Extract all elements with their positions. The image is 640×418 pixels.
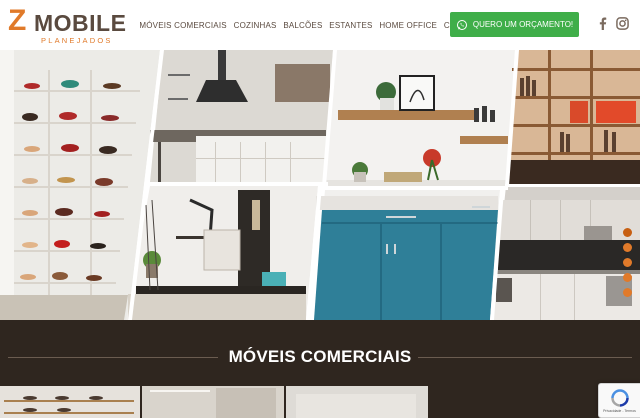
gray-kitchen-image	[492, 186, 640, 320]
home-office-image	[126, 186, 318, 320]
carousel-dots	[623, 228, 632, 297]
facebook-link[interactable]	[596, 16, 610, 30]
carousel-dot-3[interactable]	[623, 258, 632, 267]
section-gallery-images	[0, 386, 428, 418]
kitchen-image	[150, 50, 333, 182]
section-divider-right	[418, 357, 632, 358]
nav-estantes[interactable]: ESTANTES	[326, 21, 376, 30]
shelves-image	[325, 50, 515, 186]
quote-button-label: QUERO UM ORÇAMENTO!	[472, 20, 574, 29]
hero-collage[interactable]	[0, 50, 640, 320]
instagram-link[interactable]	[615, 16, 629, 30]
site-header: Z MOBILE PLANEJADOS MÓVEIS COMERCIAIS CO…	[0, 0, 640, 50]
hero-images	[0, 50, 640, 320]
recaptcha-badge[interactable]: Privacidade - Termos	[598, 383, 640, 418]
nav-balcoes[interactable]: BALCÕES	[280, 21, 326, 30]
quote-button[interactable]: QUERO UM ORÇAMENTO!	[450, 12, 579, 37]
section-gallery[interactable]	[0, 386, 640, 418]
carousel-dot-1[interactable]	[623, 228, 632, 237]
logo-mark: Z	[8, 4, 26, 37]
recaptcha-icon	[610, 389, 629, 407]
facebook-icon	[599, 17, 607, 30]
nav-cozinhas[interactable]: COZINHAS	[230, 21, 280, 30]
nav-moveis-comerciais[interactable]: MÓVEIS COMERCIAIS	[136, 21, 230, 30]
carousel-dot-2[interactable]	[623, 243, 632, 252]
logo-wordmark: MOBILE	[34, 10, 127, 36]
teal-cabinets-image	[314, 190, 500, 320]
logo[interactable]: Z MOBILE PLANEJADOS	[8, 4, 126, 46]
bookshelf-image	[508, 50, 640, 184]
recaptcha-terms: Privacidade - Termos	[603, 409, 636, 413]
instagram-icon	[615, 16, 629, 30]
nav-home-office[interactable]: HOME OFFICE	[376, 21, 441, 30]
carousel-dot-4[interactable]	[623, 273, 632, 282]
main-nav: MÓVEIS COMERCIAIS COZINHAS BALCÕES ESTAN…	[136, 0, 486, 50]
carousel-dot-5[interactable]	[623, 288, 632, 297]
whatsapp-icon	[456, 19, 467, 30]
logo-tagline: PLANEJADOS	[41, 36, 113, 45]
